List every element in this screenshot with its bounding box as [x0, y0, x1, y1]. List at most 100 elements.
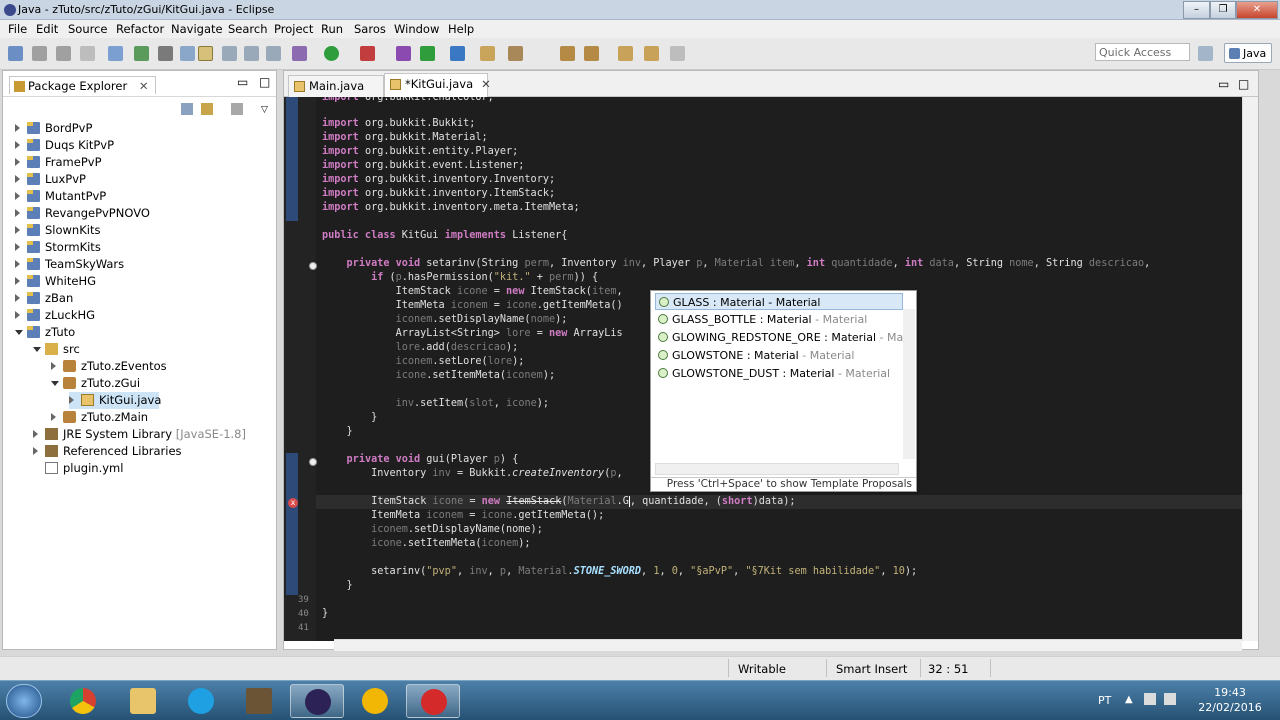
- previous-annotation-icon[interactable]: [584, 46, 599, 61]
- editor-horizontal-scrollbar[interactable]: [334, 639, 1242, 651]
- menu-source[interactable]: Source: [68, 22, 108, 36]
- proposal-glass[interactable]: GLASS : Material - Material: [655, 293, 903, 310]
- menu-help[interactable]: Help: [448, 22, 474, 36]
- quick-access-input[interactable]: Quick Access: [1095, 43, 1190, 61]
- minimize-button[interactable]: –: [1183, 1, 1210, 19]
- show-hidden-icons[interactable]: ▲: [1125, 694, 1133, 705]
- mark-occurrences-icon[interactable]: [198, 46, 213, 61]
- next-annotation-icon[interactable]: [560, 46, 575, 61]
- collapse-all-icon[interactable]: [181, 103, 193, 115]
- language-indicator[interactable]: PT: [1098, 694, 1111, 707]
- maximize-view-icon[interactable]: □: [259, 75, 270, 89]
- open-perspective-icon[interactable]: [1198, 46, 1213, 61]
- focus-icon[interactable]: [231, 103, 243, 115]
- menu-saros[interactable]: Saros: [354, 22, 386, 36]
- toggle-icon[interactable]: [158, 46, 173, 61]
- new-class-icon[interactable]: [450, 46, 465, 61]
- save-icon[interactable]: [32, 46, 47, 61]
- code-line: import org.bukkit.event.Listener;: [322, 160, 525, 171]
- forward-icon[interactable]: [644, 46, 659, 61]
- terminal-icon[interactable]: [108, 46, 123, 61]
- code-line: private void gui(Player p) {: [346, 454, 519, 465]
- menu-edit[interactable]: Edit: [36, 22, 58, 36]
- code-line: }: [346, 580, 353, 591]
- saros-icon[interactable]: [134, 46, 149, 61]
- package-explorer-tab[interactable]: Package Explorer ✕: [9, 76, 156, 94]
- maximize-editor-icon[interactable]: □: [1238, 77, 1249, 91]
- menu-navigate[interactable]: Navigate: [171, 22, 223, 36]
- proposal-glowing-redstone-ore[interactable]: GLOWING_REDSTONE_ORE : Material - Materi: [655, 329, 903, 346]
- change-marker: [286, 97, 298, 221]
- main-toolbar: Quick Access Java: [0, 38, 1280, 70]
- menu-project[interactable]: Project: [274, 22, 313, 36]
- link-editor-icon[interactable]: [201, 103, 213, 115]
- project-icon: [27, 224, 40, 236]
- project-icon: [27, 241, 40, 253]
- toggle-breadcrumb-icon[interactable]: [266, 46, 281, 61]
- last-edit-icon[interactable]: [670, 46, 685, 61]
- field-icon: [658, 332, 668, 342]
- proposal-scrollbar[interactable]: [903, 309, 915, 459]
- show-whitespace-icon[interactable]: [222, 46, 237, 61]
- run-icon[interactable]: [324, 46, 339, 61]
- menu-refactor[interactable]: Refactor: [116, 22, 164, 36]
- java-file-icon: [81, 394, 94, 406]
- external-tools-icon[interactable]: [360, 46, 375, 61]
- java-element-icon[interactable]: [180, 46, 195, 61]
- project-icon: [27, 190, 40, 202]
- taskbar-minecraft[interactable]: [232, 684, 286, 718]
- code-line: import org.bukkit.Bukkit;: [322, 118, 476, 129]
- field-icon: [658, 350, 668, 360]
- open-type-icon[interactable]: [480, 46, 495, 61]
- close-button[interactable]: ✕: [1236, 1, 1278, 19]
- menu-search[interactable]: Search: [228, 22, 268, 36]
- volume-icon[interactable]: [1164, 693, 1176, 705]
- new-icon[interactable]: [8, 46, 23, 61]
- taskbar-chrome[interactable]: [56, 684, 110, 718]
- editor-vertical-scrollbar[interactable]: [1242, 97, 1258, 641]
- taskbar-eclipse[interactable]: [290, 684, 344, 718]
- taskbar-explorer[interactable]: [116, 684, 170, 718]
- proposal-glowstone[interactable]: GLOWSTONE : Material - Material: [655, 347, 903, 364]
- fold-icon[interactable]: [309, 458, 317, 466]
- debug-icon[interactable]: [292, 46, 307, 61]
- new-package-icon[interactable]: [420, 46, 435, 61]
- java-perspective-button[interactable]: Java: [1224, 43, 1272, 63]
- minimize-editor-icon[interactable]: ▭: [1218, 77, 1229, 91]
- close-tab-icon[interactable]: ✕: [481, 77, 491, 91]
- restore-button[interactable]: ❐: [1210, 1, 1236, 19]
- view-menu-icon[interactable]: ▽: [261, 105, 268, 115]
- line-gutter: 39 40 41: [284, 97, 316, 641]
- proposal-glass-bottle[interactable]: GLASS_BOTTLE : Material - Material: [655, 311, 903, 328]
- new-java-project-icon[interactable]: [396, 46, 411, 61]
- error-icon[interactable]: x: [288, 498, 298, 508]
- tab-main-java[interactable]: Main.java: [288, 75, 384, 97]
- close-view-icon[interactable]: ✕: [139, 79, 149, 93]
- minimize-view-icon[interactable]: ▭: [237, 75, 248, 89]
- save-all-icon[interactable]: [56, 46, 71, 61]
- search-icon[interactable]: [508, 46, 523, 61]
- proposal-glowstone-dust[interactable]: GLOWSTONE_DUST : Material - Material: [655, 365, 903, 382]
- java-file-icon: [390, 79, 401, 90]
- back-icon[interactable]: [618, 46, 633, 61]
- clock[interactable]: 19:43 22/02/2016: [1190, 685, 1270, 715]
- start-button[interactable]: [6, 684, 42, 718]
- code-line: import org.bukkit.inventory.ItemStack;: [322, 188, 556, 199]
- project-icon: [27, 122, 40, 134]
- menu-file[interactable]: File: [8, 22, 27, 36]
- tab-kitgui-java[interactable]: *KitGui.java ✕: [384, 73, 491, 97]
- fold-icon[interactable]: [309, 262, 317, 270]
- menu-window[interactable]: Window: [394, 22, 439, 36]
- network-icon[interactable]: [1144, 693, 1156, 705]
- print-icon[interactable]: [80, 46, 95, 61]
- tree-item-kitgui-java[interactable]: KitGui.java: [69, 392, 161, 409]
- code-line: ItemStack icone = new ItemStack(item,: [395, 286, 623, 297]
- code-line: public class KitGui implements Listener{: [322, 230, 568, 241]
- taskbar-skype[interactable]: [174, 684, 228, 718]
- taskbar-teamspeak[interactable]: [348, 684, 402, 718]
- block-select-icon[interactable]: [244, 46, 259, 61]
- taskbar-recorder[interactable]: [406, 684, 460, 718]
- menu-bar: File Edit Source Refactor Navigate Searc…: [0, 20, 1280, 38]
- menu-run[interactable]: Run: [321, 22, 343, 36]
- proposal-horizontal-scrollbar[interactable]: [655, 463, 899, 475]
